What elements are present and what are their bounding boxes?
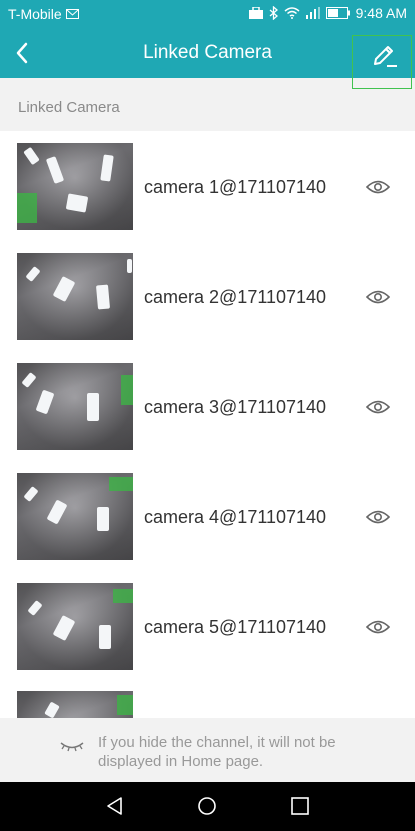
signal-icon [305, 7, 320, 19]
battery-icon [325, 7, 350, 19]
camera-thumbnail [17, 583, 133, 670]
status-carrier: T-Mobile [8, 6, 79, 22]
navigation-bar [0, 782, 415, 831]
closed-eye-icon [60, 742, 84, 752]
camera-name: camera 1@171107140 [144, 177, 327, 197]
camera-name: camera 2@171107140 [144, 287, 327, 307]
hint-text: If you hide the channel, it will not be … [98, 734, 336, 770]
camera-name: camera 4@171107140 [144, 507, 327, 527]
nav-back-icon[interactable] [105, 796, 125, 816]
eye-icon[interactable] [366, 179, 390, 195]
camera-row[interactable]: camera 5@171107140 [0, 571, 415, 681]
camera-thumbnail [17, 691, 133, 718]
eye-icon[interactable] [366, 289, 390, 305]
camera-row[interactable]: camera 1@171107140 [0, 131, 415, 241]
app-header: Linked Camera [0, 28, 415, 89]
camera-row[interactable]: camera 4@171107140 [0, 461, 415, 571]
eye-icon[interactable] [366, 619, 390, 635]
camera-name: camera 3@171107140 [144, 397, 327, 417]
eye-icon[interactable] [366, 509, 390, 525]
status-bar: T-Mobile 9:48 AM [0, 0, 415, 28]
camera-name: camera 5@171107140 [144, 617, 327, 637]
section-label: Linked Camera [18, 99, 120, 116]
briefcase-icon [248, 7, 263, 19]
hide-channel-hint: If you hide the channel, it will not be … [0, 718, 415, 782]
carrier-label: T-Mobile [8, 6, 62, 22]
camera-row[interactable]: camera 3@171107140 [0, 351, 415, 461]
camera-thumbnail [17, 473, 133, 560]
status-right: 9:48 AM [248, 5, 407, 21]
wifi-icon [284, 7, 300, 19]
nav-home-icon[interactable] [197, 796, 217, 816]
eye-icon[interactable] [366, 399, 390, 415]
camera-list: camera 1@171107140 camera 2@171107140 ca… [0, 131, 415, 718]
camera-row[interactable]: camera 2@171107140 [0, 241, 415, 351]
camera-thumbnail [17, 143, 133, 230]
pencil-icon [374, 46, 397, 67]
bluetooth-icon [269, 6, 278, 20]
nav-recents-icon[interactable] [290, 796, 310, 816]
camera-thumbnail [17, 253, 133, 340]
edit-button[interactable] [352, 35, 412, 89]
message-icon [65, 9, 79, 19]
status-time: 9:48 AM [355, 5, 407, 21]
camera-row[interactable] [0, 681, 415, 718]
camera-thumbnail [17, 363, 133, 450]
